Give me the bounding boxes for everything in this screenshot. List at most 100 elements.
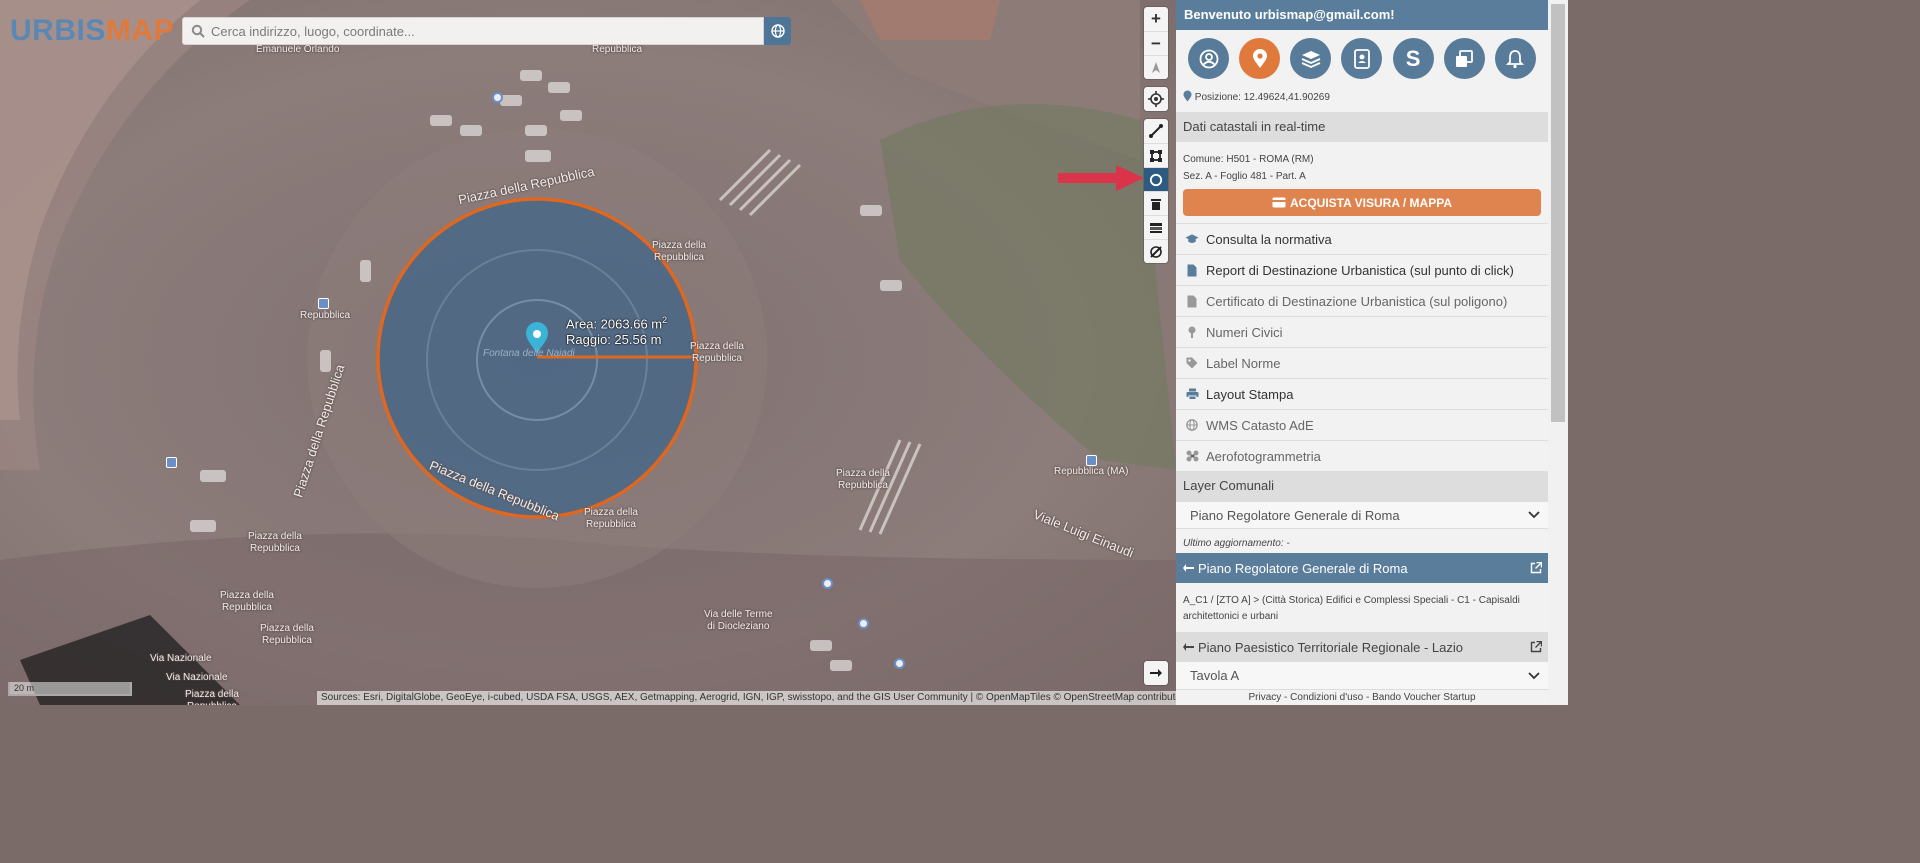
footer-links[interactable]: Privacy - Condizioni d'uso - Bando Vouch… bbox=[1176, 690, 1548, 705]
chevron-down-icon bbox=[1528, 511, 1540, 519]
map-label: Fontana delle Naiadi bbox=[483, 348, 575, 359]
map-pin-icon bbox=[1252, 48, 1267, 68]
notifications-button[interactable] bbox=[1494, 38, 1536, 79]
shop-poi-icon[interactable] bbox=[858, 618, 869, 629]
menu-item-numeri-civici[interactable]: Numeri Civici bbox=[1176, 316, 1548, 347]
location-button[interactable] bbox=[1239, 38, 1281, 79]
polyline-icon bbox=[1149, 124, 1163, 138]
last-update-text: Ultimo aggiornamento: - bbox=[1183, 538, 1290, 549]
measure-label: Area: 2063.66 m2 Raggio: 25.56 m bbox=[566, 312, 667, 348]
map-label: Piazza della Repubblica bbox=[248, 531, 302, 554]
bus-poi-icon[interactable] bbox=[166, 457, 177, 468]
user-icon bbox=[1199, 49, 1218, 68]
layers-stack-button[interactable] bbox=[1144, 215, 1168, 239]
position-text: Posizione: 12.49624,41.90269 bbox=[1194, 92, 1330, 103]
contact-card-icon bbox=[1354, 48, 1370, 69]
menu-label: Report di Destinazione Urbanistica (sul … bbox=[1206, 262, 1514, 278]
map-label: Piazza della Repubblica bbox=[690, 341, 744, 364]
welcome-header: Benvenuto urbismap@gmail.com! bbox=[1176, 0, 1548, 30]
menu-item-certificato[interactable]: Certificato di Destinazione Urbanistica … bbox=[1176, 285, 1548, 316]
layer-select[interactable]: Piano Regolatore Generale di Roma bbox=[1176, 501, 1548, 529]
map-label: Piazza della Repubblica bbox=[836, 468, 890, 491]
layer-select-value: Piano Regolatore Generale di Roma bbox=[1190, 507, 1400, 523]
menu-item-label-norme[interactable]: Label Norme bbox=[1176, 347, 1548, 378]
urbismap-logo[interactable]: URBISMAP bbox=[10, 14, 174, 48]
map-view[interactable]: Emanuele Orlando Repubblica Piazza della… bbox=[0, 0, 1176, 705]
contacts-button[interactable] bbox=[1341, 38, 1383, 79]
sidebar-icon-row: S bbox=[1176, 30, 1548, 84]
menu-item-wms-catasto[interactable]: WMS Catasto AdE bbox=[1176, 409, 1548, 440]
trash-icon bbox=[1151, 198, 1161, 210]
user-button[interactable] bbox=[1188, 38, 1229, 79]
sezione-text: Sez. A - Foglio 481 - Part. A bbox=[1183, 171, 1306, 182]
menu-label: Consulta la normativa bbox=[1206, 231, 1332, 247]
crosshair-icon bbox=[1148, 91, 1164, 107]
map-label: Via delle Terme di Diocleziano bbox=[704, 609, 773, 632]
menu-item-layout-stampa[interactable]: Layout Stampa bbox=[1176, 378, 1548, 409]
disable-edit-button[interactable] bbox=[1144, 239, 1168, 263]
layers-icon bbox=[1301, 50, 1321, 68]
search-box bbox=[182, 17, 764, 45]
menu-item-report[interactable]: Report di Destinazione Urbanistica (sul … bbox=[1176, 254, 1548, 285]
locate-button[interactable] bbox=[1144, 87, 1168, 111]
globe-button[interactable] bbox=[764, 17, 791, 45]
map-label: Repubblica (MA) bbox=[1054, 466, 1129, 477]
collapse-sidebar-button[interactable] bbox=[1144, 661, 1168, 685]
north-reset-button[interactable] bbox=[1144, 55, 1168, 79]
print-icon bbox=[1186, 388, 1198, 400]
layer-comunali-header: Layer Comunali bbox=[1176, 471, 1548, 501]
menu-label: Label Norme bbox=[1206, 355, 1281, 371]
radius-text: Raggio: 25.56 m bbox=[566, 332, 662, 348]
map-label: Piazza della Repubblica bbox=[584, 507, 638, 530]
map-label: Repubblica bbox=[300, 310, 351, 321]
delete-shapes-button[interactable] bbox=[1144, 191, 1168, 215]
metro-poi-icon[interactable] bbox=[318, 298, 329, 309]
parking-poi-icon[interactable] bbox=[492, 92, 503, 103]
menu-label: Certificato di Destinazione Urbanistica … bbox=[1206, 293, 1508, 309]
draw-toolbar bbox=[1144, 119, 1168, 263]
file-icon bbox=[1187, 295, 1197, 307]
graduation-cap-icon bbox=[1185, 234, 1199, 243]
sidebar-scrollbar[interactable] bbox=[1548, 0, 1568, 705]
scale-bar: 20 m bbox=[8, 682, 132, 696]
globe-icon bbox=[770, 24, 785, 38]
s-button[interactable]: S bbox=[1392, 38, 1434, 79]
comune-text: Comune: H501 - ROMA (RM) bbox=[1183, 154, 1314, 165]
map-label: Via Nazionale bbox=[150, 653, 212, 664]
prg-layer-label: Piano Regolatore Generale di Roma bbox=[1198, 560, 1408, 576]
tavola-select[interactable]: Tavola A bbox=[1176, 662, 1548, 690]
menu-label: Numeri Civici bbox=[1206, 324, 1283, 340]
zoom-in-button[interactable]: + bbox=[1144, 7, 1168, 31]
tavola-select-value: Tavola A bbox=[1190, 668, 1240, 683]
draw-circle-button[interactable] bbox=[1144, 167, 1168, 191]
metro-poi-icon[interactable] bbox=[1086, 455, 1097, 466]
windows-icon bbox=[1456, 49, 1474, 67]
layers-stack-icon bbox=[1150, 222, 1162, 233]
area-text: Area: 2063.66 m bbox=[566, 316, 663, 332]
s-icon: S bbox=[1405, 45, 1421, 71]
external-link-icon[interactable] bbox=[1530, 562, 1542, 574]
search-input[interactable] bbox=[211, 21, 751, 41]
map-attribution: Sources: Esri, DigitalGlobe, GeoEye, i-c… bbox=[317, 691, 1176, 705]
ptpr-layer-bar[interactable]: Piano Paesistico Territoriale Regionale … bbox=[1176, 632, 1548, 662]
prg-layer-bar[interactable]: Piano Regolatore Generale di Roma bbox=[1176, 553, 1548, 583]
buy-visura-label: ACQUISTA VISURA / MAPPA bbox=[1289, 195, 1452, 210]
windows-button[interactable] bbox=[1443, 38, 1485, 79]
bell-icon bbox=[1506, 49, 1525, 68]
shop-poi-icon[interactable] bbox=[822, 578, 833, 589]
menu-item-aerofotogrammetria[interactable]: Aerofotogrammetria bbox=[1176, 440, 1548, 471]
menu-item-normativa[interactable]: Consulta la normativa bbox=[1176, 223, 1548, 254]
area-sup: 2 bbox=[662, 315, 668, 325]
scrollbar-thumb[interactable] bbox=[1551, 4, 1565, 422]
draw-polygon-button[interactable] bbox=[1144, 143, 1168, 167]
buy-visura-button[interactable]: ACQUISTA VISURA / MAPPA bbox=[1183, 189, 1541, 216]
draw-polyline-button[interactable] bbox=[1144, 119, 1168, 143]
shop-poi-icon[interactable] bbox=[894, 658, 905, 669]
map-label: Piazza della Repubblica bbox=[185, 689, 239, 705]
zoom-out-button[interactable]: − bbox=[1144, 31, 1168, 55]
layers-button[interactable] bbox=[1290, 38, 1332, 79]
menu-label: Layout Stampa bbox=[1206, 386, 1294, 402]
credit-card-icon bbox=[1272, 197, 1286, 208]
external-link-icon[interactable] bbox=[1530, 641, 1542, 653]
zto-description: A_C1 / [ZTO A] > (Città Storica) Edifici… bbox=[1183, 595, 1520, 622]
